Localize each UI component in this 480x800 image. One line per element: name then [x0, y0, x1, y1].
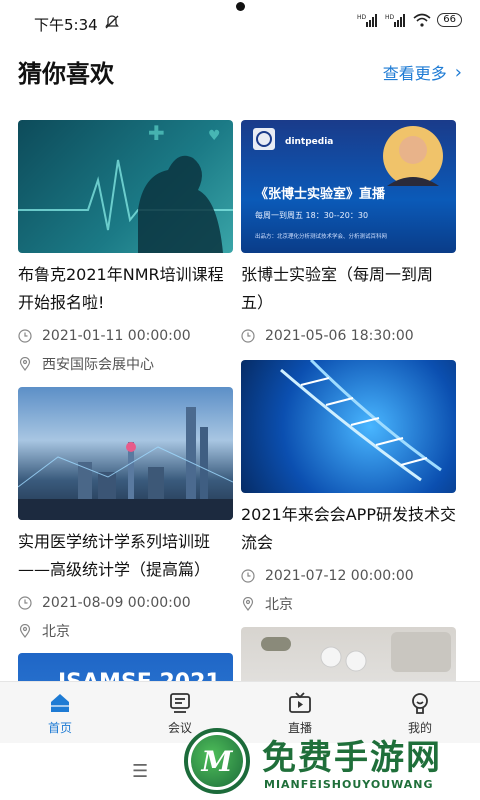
- partner-logo-text: dintpedia: [285, 137, 333, 147]
- event-title: 布鲁克2021年NMR培训课程开始报名啦!: [18, 265, 224, 312]
- event-date: 2021-08-09 00:00:00: [18, 594, 233, 612]
- event-card[interactable]: ✚ ♥ 布鲁克2021年NMR培训课程开始报名啦! 2021-01-11 00:…: [18, 120, 233, 373]
- live-headline: 《张博士实验室》直播: [255, 186, 386, 202]
- home-icon: [51, 694, 69, 712]
- clock-icon: [18, 596, 32, 610]
- tab-home-label: 首页: [47, 721, 72, 735]
- sig2-label: HD: [385, 14, 395, 21]
- event-date-text: 2021-05-06 18:30:00: [265, 328, 414, 344]
- clock-icon: [18, 329, 32, 343]
- event-date: 2021-07-12 00:00:00: [241, 567, 456, 585]
- live-sponsor: 出品方：北京理化分析测试技术学会、分析测试百科网: [255, 232, 388, 240]
- meeting-icon: [170, 693, 190, 713]
- watermark: M 免费手游网 MIANFEISHOUYOUWANG: [184, 726, 480, 800]
- event-location-text: 北京: [42, 624, 70, 640]
- event-thumbnail: [18, 387, 233, 520]
- status-icons: HD HD 66: [357, 13, 462, 27]
- event-card[interactable]: 实用医学统计学系列培训班——高级统计学（提高篇） 2021-08-09 00:0…: [18, 387, 233, 640]
- camera-cutout: [236, 2, 245, 11]
- svg-text:♥: ♥: [208, 128, 221, 144]
- event-location-text: 西安国际会展中心: [42, 357, 154, 373]
- watermark-logo: M: [184, 728, 250, 794]
- watermark-logo-letter: M: [191, 735, 243, 787]
- location-pin-icon: [19, 357, 31, 371]
- watermark-text: 免费手游网: [262, 738, 442, 778]
- city-skyline-graphic: [18, 407, 233, 520]
- event-location: 北京: [241, 595, 456, 613]
- bell-muted-icon: [105, 15, 119, 29]
- event-thumbnail: [241, 360, 456, 493]
- event-title: 张博士实验室（每周一到周五）: [241, 265, 434, 312]
- event-card[interactable]: 2021年来会会APP研发技术交流会 2021-07-12 00:00:00 北…: [241, 360, 456, 613]
- wifi-icon: [413, 13, 431, 27]
- location-pin-icon: [242, 597, 254, 611]
- event-title: 2021年来会会APP研发技术交流会: [241, 505, 456, 552]
- status-bar: 下午5:34 HD HD 66: [0, 0, 480, 40]
- battery-indicator: 66: [437, 13, 462, 27]
- watermark-subtext: MIANFEISHOUYOUWANG: [264, 778, 434, 791]
- event-thumbnail: dintpedia 《张博士实验室》直播 每周一到周五 18：30--20：30…: [241, 120, 456, 253]
- event-thumbnail: ✚ ♥: [18, 120, 233, 253]
- chevron-right-icon: ›: [454, 61, 462, 83]
- event-location-text: 北京: [265, 597, 293, 613]
- event-date-text: 2021-01-11 00:00:00: [42, 328, 191, 344]
- status-time: 下午5:34: [34, 16, 98, 34]
- event-date: 2021-01-11 00:00:00: [18, 327, 233, 345]
- recent-apps-icon[interactable]: ☰: [132, 761, 148, 782]
- dna-helix-graphic: [280, 360, 442, 482]
- section-title: 猜你喜欢: [18, 60, 114, 88]
- event-date: 2021-05-06 18:30:00: [241, 327, 456, 345]
- sig1-label: HD: [357, 14, 367, 21]
- event-date-text: 2021-07-12 00:00:00: [265, 568, 414, 584]
- medical-illustration: ✚ ♥: [18, 121, 233, 253]
- see-more-link[interactable]: 查看更多 ›: [383, 60, 462, 84]
- see-more-label: 查看更多: [382, 64, 447, 83]
- svg-text:✚: ✚: [148, 121, 165, 145]
- event-location: 西安国际会展中心: [18, 355, 233, 373]
- tab-home[interactable]: 首页: [0, 682, 120, 743]
- event-card[interactable]: dintpedia 《张博士实验室》直播 每周一到周五 18：30--20：30…: [241, 120, 456, 345]
- live-tv-icon: [289, 692, 311, 713]
- clock-icon: [241, 329, 255, 343]
- clock-icon: [241, 569, 255, 583]
- live-schedule: 每周一到周五 18：30--20：30: [255, 210, 368, 220]
- event-location: 北京: [18, 622, 233, 640]
- cell-signal-2-icon: HD: [385, 14, 406, 27]
- location-pin-icon: [19, 624, 31, 638]
- profile-icon: [412, 693, 428, 714]
- event-date-text: 2021-08-09 00:00:00: [42, 595, 191, 611]
- live-banner-graphic: dintpedia 《张博士实验室》直播 每周一到周五 18：30--20：30…: [253, 126, 443, 240]
- event-title: 实用医学统计学系列培训班——高级统计学（提高篇）: [18, 532, 211, 579]
- cell-signal-1-icon: HD: [357, 14, 378, 27]
